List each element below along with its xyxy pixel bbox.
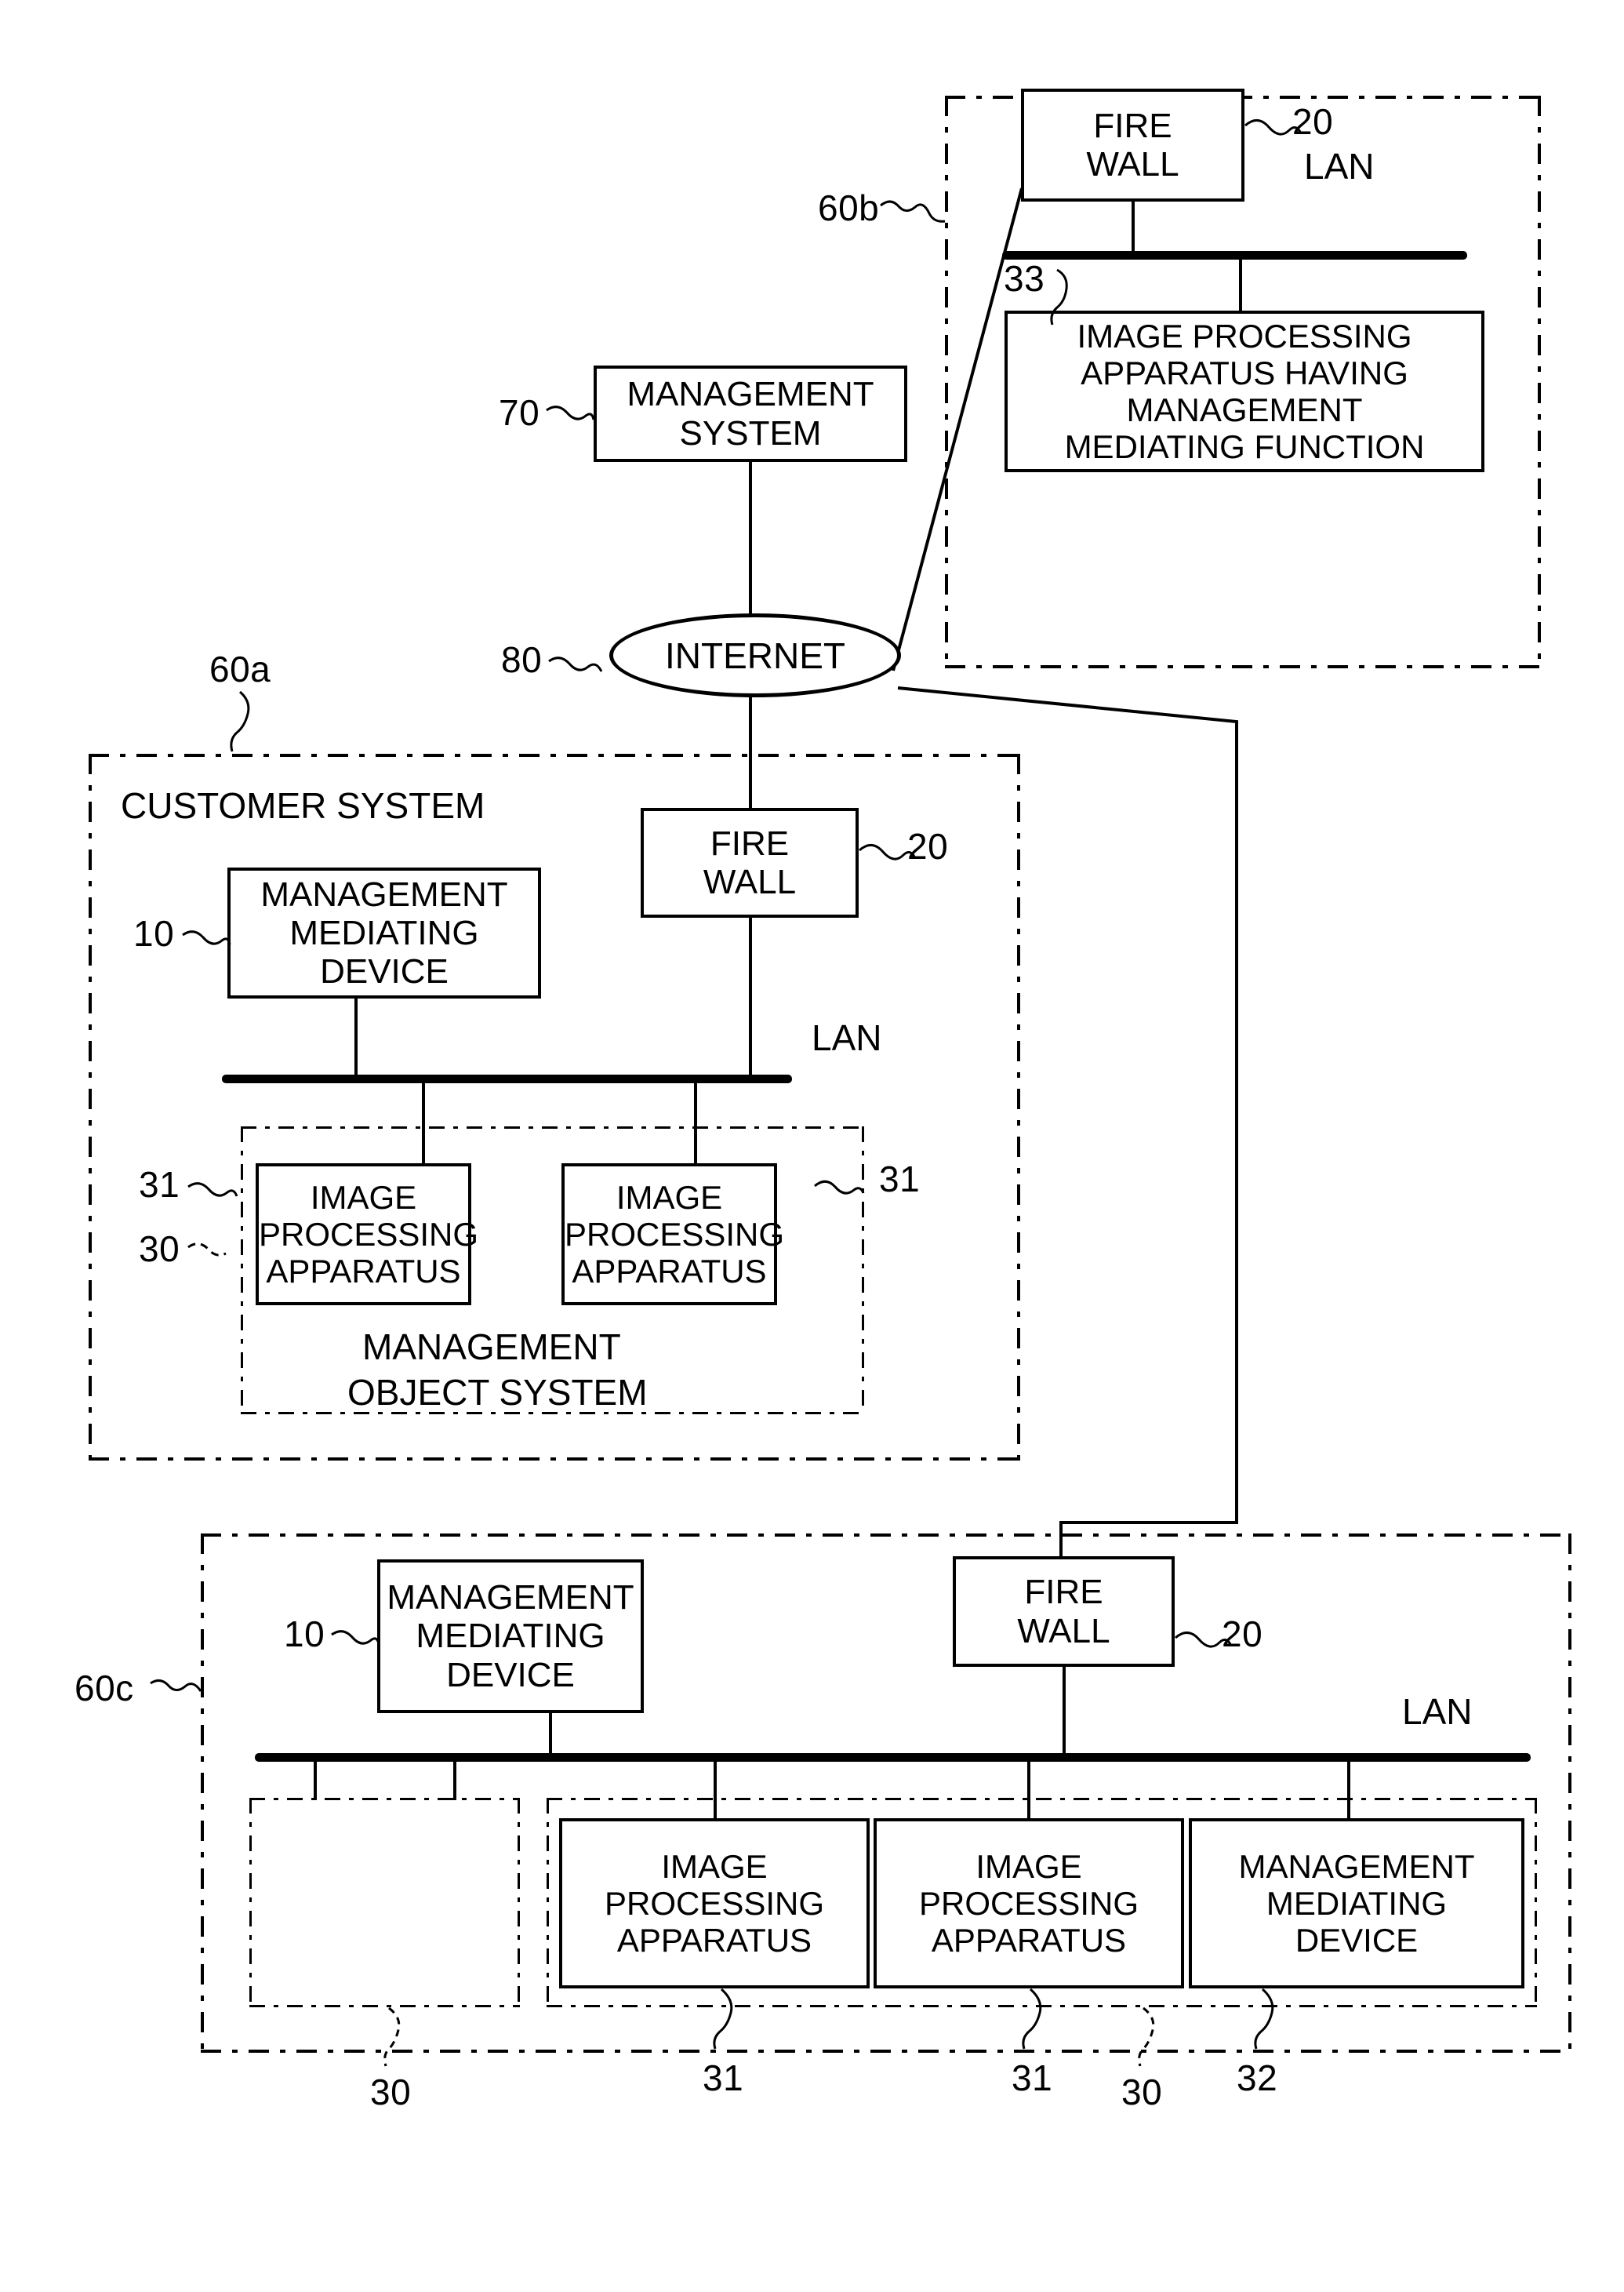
mmd-label-line2: MEDIATING — [289, 913, 479, 952]
management-mediating-device-box-60a[interactable]: MANAGEMENT MEDIATING DEVICE — [227, 868, 541, 999]
management-object-system-group-60c-empty — [249, 1798, 520, 2007]
mmd-label-line3: DEVICE — [320, 952, 449, 991]
line-management-system-to-internet — [749, 462, 752, 619]
internet-label: INTERNET — [665, 635, 845, 676]
fire-wall-box-60b[interactable]: FIRE WALL — [1021, 89, 1244, 202]
ref-32-60c: 32 — [1237, 2057, 1278, 2098]
ipa-mmf-label-line1: IMAGE PROCESSING — [1077, 317, 1412, 355]
ref-31-60c-1: 31 — [703, 2057, 744, 2098]
internet-oval[interactable]: INTERNET — [609, 613, 901, 697]
ref-31-60a-right: 31 — [879, 1159, 921, 1199]
ref-20-60b: 20 — [1292, 101, 1334, 142]
ipa-label-line2: PROCESSING — [604, 1884, 825, 1922]
line-lan-drop-60c-2 — [453, 1759, 456, 1800]
image-processing-apparatus-box-60c-2[interactable]: IMAGE PROCESSING APPARATUS — [874, 1818, 1184, 1988]
fire-wall-label-line2: WALL — [1017, 1611, 1110, 1650]
lan-label-60b: LAN — [1304, 146, 1375, 187]
lan-bar-60c — [255, 1753, 1531, 1762]
mmd-label-line3: DEVICE — [1295, 1922, 1419, 1959]
ipa-mmf-label-line2: APPARATUS HAVING — [1081, 354, 1408, 391]
image-processing-apparatus-having-mmf-box[interactable]: IMAGE PROCESSING APPARATUS HAVING MANAGE… — [1005, 311, 1484, 472]
customer-system-title: CUSTOMER SYSTEM — [121, 785, 485, 826]
line-mmd-to-lan-60c — [549, 1713, 552, 1757]
ipa-label-line3: APPARATUS — [572, 1253, 767, 1290]
fire-wall-label-line1: FIRE — [1093, 106, 1172, 145]
ref-70: 70 — [499, 392, 540, 433]
fire-wall-label-line2: WALL — [1086, 145, 1179, 184]
lan-label-60a: LAN — [812, 1017, 882, 1058]
ref-30-60c-right: 30 — [1121, 2072, 1163, 2112]
fire-wall-label-line1: FIRE — [710, 824, 790, 863]
mmd-label-line1: MANAGEMENT — [1238, 1847, 1475, 1885]
line-firewall-to-lan-60c — [1063, 1667, 1066, 1757]
fire-wall-box-60a[interactable]: FIRE WALL — [641, 808, 859, 918]
lan-bar-60a — [222, 1075, 792, 1083]
mmd-label-line2: MEDIATING — [1266, 1884, 1448, 1922]
management-mediating-device-box-60c-inner[interactable]: MANAGEMENT MEDIATING DEVICE — [1189, 1818, 1524, 1988]
management-system-label-line2: SYSTEM — [679, 413, 822, 453]
ipa-label-line1: IMAGE — [310, 1178, 417, 1216]
line-internet-to-firewall-60a — [749, 696, 752, 809]
lan-bar-60b — [1002, 251, 1467, 260]
fire-wall-label-line2: WALL — [703, 863, 797, 901]
ref-10-60c: 10 — [284, 1613, 325, 1654]
line-mmd-to-lan-60a — [354, 999, 358, 1079]
patent-figure: 60b FIRE WALL 20 LAN 33 IMAGE PROCESSING… — [0, 0, 1624, 2292]
management-object-system-title-line1: MANAGEMENT — [362, 1326, 621, 1367]
ipa-label-line1: IMAGE — [616, 1178, 723, 1216]
ref-31-60c-2: 31 — [1012, 2057, 1053, 2098]
management-mediating-device-box-60c[interactable]: MANAGEMENT MEDIATING DEVICE — [377, 1559, 644, 1713]
image-processing-apparatus-box-60a-2[interactable]: IMAGE PROCESSING APPARATUS — [561, 1163, 784, 1305]
line-firewall-to-lan-60b — [1132, 202, 1135, 255]
image-processing-apparatus-box-60a-1[interactable]: IMAGE PROCESSING APPARATUS — [256, 1163, 478, 1305]
fire-wall-box-60c[interactable]: FIRE WALL — [953, 1556, 1175, 1667]
ipa-label-line1: IMAGE — [975, 1847, 1082, 1885]
ref-33: 33 — [1004, 258, 1045, 299]
ref-30-60c-left: 30 — [370, 2072, 412, 2112]
mmd-label-line3: DEVICE — [446, 1655, 575, 1694]
ipa-label-line2: PROCESSING — [259, 1215, 479, 1253]
management-system-box[interactable]: MANAGEMENT SYSTEM — [594, 366, 907, 462]
ref-80: 80 — [501, 639, 543, 680]
ipa-label-line3: APPARATUS — [266, 1253, 461, 1290]
ref-20-60a: 20 — [907, 826, 949, 867]
management-system-label-line1: MANAGEMENT — [627, 375, 874, 414]
image-processing-apparatus-box-60c-1[interactable]: IMAGE PROCESSING APPARATUS — [559, 1818, 870, 1988]
line-lan-to-ipa2-60a — [694, 1081, 697, 1167]
ipa-mmf-label-line4: MEDIATING FUNCTION — [1064, 428, 1425, 466]
ipa-label-line2: PROCESSING — [918, 1884, 1139, 1922]
ipa-mmf-label-line3: MANAGEMENT — [1126, 391, 1363, 428]
line-lan-drop-60c-1 — [314, 1759, 317, 1800]
line-lan-to-ipa1-60a — [422, 1081, 425, 1167]
ipa-label-line2: PROCESSING — [565, 1215, 785, 1253]
ref-30-60a: 30 — [139, 1228, 180, 1269]
ref-20-60c: 20 — [1222, 1613, 1263, 1654]
line-firewall-to-lan-60a — [749, 918, 752, 1079]
ref-60a: 60a — [209, 649, 271, 689]
line-lan-to-ipa-mmf-60b — [1239, 257, 1242, 312]
management-object-system-title-line2: OBJECT SYSTEM — [347, 1372, 648, 1413]
ipa-label-line3: APPARATUS — [931, 1922, 1127, 1959]
ref-60c: 60c — [74, 1668, 134, 1708]
ipa-label-line1: IMAGE — [661, 1847, 768, 1885]
ref-31-60a-left: 31 — [139, 1164, 180, 1205]
mmd-label-line2: MEDIATING — [416, 1617, 605, 1656]
ipa-label-line3: APPARATUS — [616, 1922, 812, 1959]
fire-wall-label-line1: FIRE — [1024, 1573, 1103, 1612]
lan-label-60c: LAN — [1402, 1691, 1473, 1732]
mmd-label-line1: MANAGEMENT — [260, 875, 508, 914]
ref-10-60a: 10 — [133, 913, 175, 954]
mmd-label-line1: MANAGEMENT — [387, 1578, 634, 1617]
ref-60b: 60b — [818, 187, 880, 228]
